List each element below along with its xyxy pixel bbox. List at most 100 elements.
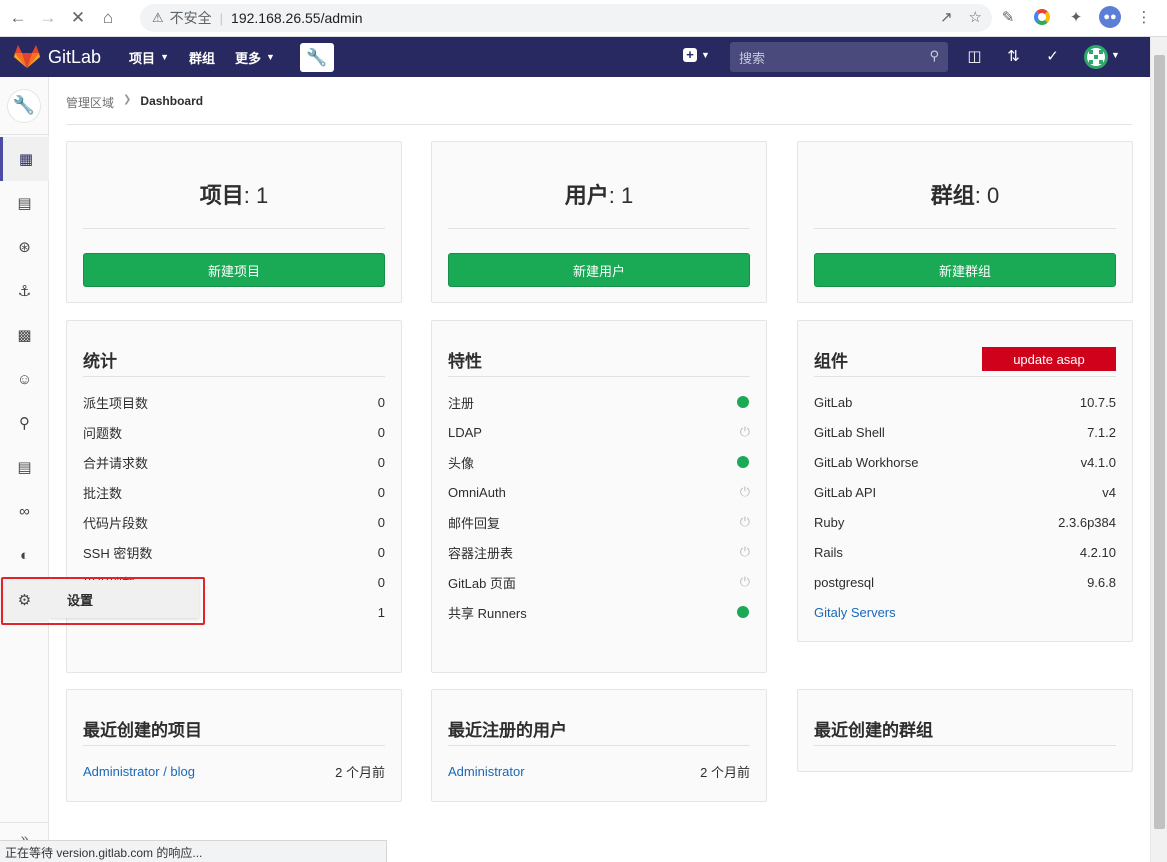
chevron-down-icon: ▼ [266, 52, 275, 62]
applications-icon[interactable]: ▩ [0, 313, 49, 357]
feature-row: 头像 [448, 447, 750, 477]
extension-edit-icon[interactable]: ✎ [997, 6, 1019, 28]
component-row: GitLab 10.7.5 [814, 394, 1116, 410]
chrome-extension-icon[interactable] [1031, 6, 1053, 28]
identicon-icon [1089, 50, 1103, 64]
users-label: 用户 [564, 183, 609, 208]
user-avatar[interactable] [1084, 45, 1108, 69]
component-row: Gitaly Servers [814, 597, 1116, 627]
chevron-right-icon: ❯ [123, 94, 132, 105]
monitoring-icon[interactable]: ▤ [0, 181, 49, 225]
stat-row: SSH 密钥数 0 [83, 544, 385, 561]
component-row: GitLab Workhorse v4.1.0 [814, 454, 1116, 470]
nav-more[interactable]: 更多 ▼ [235, 48, 275, 67]
breadcrumb-current[interactable]: Dashboard [140, 94, 203, 108]
overview-grid-icon[interactable]: ▦ [0, 137, 49, 181]
users-count: : 1 [608, 183, 634, 208]
stat-row: 批注数 0 [83, 484, 385, 501]
wrench-icon: 🔧 [306, 47, 328, 67]
feature-row: 邮件回复 ⏻ [448, 514, 750, 531]
url-text[interactable]: 192.168.26.55/admin [231, 10, 363, 26]
groups-summary-card: 群组: 0 新建群组 [797, 141, 1133, 303]
warning-icon: ⚠ [152, 10, 164, 25]
abuse-reports-icon[interactable]: ☺ [0, 357, 49, 401]
browser-menu-icon[interactable]: ⋮ [1133, 6, 1155, 28]
breadcrumb: 管理区域 ❯ Dashboard [66, 92, 1132, 125]
statistics-title: 统计 [83, 347, 385, 377]
new-user-button[interactable]: 新建用户 [448, 253, 750, 287]
brand-name: GitLab [48, 46, 102, 67]
breadcrumb-admin-area[interactable]: 管理区域 [66, 94, 114, 111]
list-item: Administrator / blog 2 个月前 [83, 763, 385, 780]
nav-groups[interactable]: 群组 [189, 48, 215, 67]
feature-row: LDAP ⏻ [448, 424, 750, 440]
feature-row: OmniAuth ⏻ [448, 484, 750, 500]
new-project-button[interactable]: 新建项目 [83, 253, 385, 287]
stat-row: 合并请求数 0 [83, 454, 385, 471]
chevron-down-icon: ▼ [160, 52, 169, 62]
stop-loading-icon[interactable]: ✕ [66, 6, 90, 30]
features-title: 特性 [448, 347, 750, 377]
page-scrollbar[interactable] [1150, 37, 1167, 862]
groups-label: 群组 [930, 183, 975, 208]
status-enabled-icon [737, 456, 749, 468]
scrollbar-thumb[interactable] [1154, 55, 1165, 829]
red-highlight-box [1, 577, 205, 625]
projects-label: 项目 [199, 183, 244, 208]
gitlab-fox-icon [14, 45, 40, 68]
issues-icon[interactable]: ◫ [966, 47, 983, 65]
deploy-keys-icon[interactable]: ⚲ [0, 401, 49, 445]
gitaly-servers-link[interactable]: Gitaly Servers [814, 605, 896, 620]
components-card: 组件 update asap GitLab 10.7.5 GitLab Shell… [797, 320, 1133, 642]
new-dropdown-button[interactable]: + ▼ [683, 48, 710, 62]
messages-broadcast-icon[interactable]: ⊛ [0, 225, 49, 269]
projects-summary-card: 项目: 1 新建项目 [66, 141, 402, 303]
chevron-down-icon: ▼ [701, 50, 710, 60]
admin-area-button[interactable]: 🔧 [300, 43, 334, 72]
new-group-button[interactable]: 新建群组 [814, 253, 1116, 287]
latest-users-card: 最近注册的用户 Administrator 2 个月前 [431, 689, 767, 802]
back-icon[interactable]: ← [6, 6, 30, 30]
gitlab-logo[interactable]: GitLab [14, 45, 101, 69]
plus-square-icon: + [683, 48, 697, 62]
project-link[interactable]: Administrator / blog [83, 764, 195, 779]
insecure-label: 不安全 [169, 10, 212, 26]
todos-icon[interactable]: ✓ [1044, 47, 1061, 65]
component-row: postgresql 9.6.8 [814, 574, 1116, 590]
latest-groups-title: 最近创建的群组 [814, 716, 1116, 746]
forward-icon[interactable]: → [36, 6, 60, 30]
bookmark-star-icon[interactable]: ☆ [969, 8, 982, 26]
nav-projects[interactable]: 项目 ▼ [129, 48, 169, 67]
component-row: GitLab API v4 [814, 484, 1116, 500]
extensions-puzzle-icon[interactable]: ✦ [1065, 6, 1087, 28]
status-enabled-icon [737, 606, 749, 618]
admin-area-wrench-icon[interactable]: 🔧 [7, 88, 41, 123]
merge-requests-icon[interactable]: ⇅ [1005, 47, 1022, 65]
power-off-icon: ⏻ [739, 424, 750, 439]
latest-projects-card: 最近创建的项目 Administrator / blog 2 个月前 [66, 689, 402, 802]
users-summary-card: 用户: 1 新建用户 [431, 141, 767, 303]
appearance-palette-icon[interactable]: ◐ [0, 533, 49, 577]
user-link[interactable]: Administrator [448, 764, 525, 779]
update-asap-badge[interactable]: update asap [982, 347, 1116, 371]
status-enabled-icon [737, 396, 749, 408]
address-bar[interactable]: ⚠ 不安全 | 192.168.26.55/admin ↗ ☆ [140, 4, 992, 32]
home-icon[interactable]: ⌂ [96, 6, 120, 30]
share-icon[interactable]: ↗ [940, 8, 953, 26]
latest-groups-card: 最近创建的群组 [797, 689, 1133, 772]
search-icon: ⚲ [929, 48, 939, 63]
search-input[interactable]: 搜索 ⚲ [730, 42, 948, 72]
system-hooks-icon[interactable]: ⚓ [0, 269, 49, 313]
latest-users-title: 最近注册的用户 [448, 716, 750, 746]
features-card: 特性 注册 LDAP ⏻ 头像 OmniAuth ⏻ 邮件回复 ⏻ 容器注册表 ⏻ Gi… [431, 320, 767, 673]
labels-icon[interactable]: ∞ [0, 489, 49, 533]
browser-toolbar: ← → ✕ ⌂ ⚠ 不安全 | 192.168.26.55/admin ↗ ☆ … [0, 0, 1167, 37]
service-templates-icon[interactable]: ▤ [0, 445, 49, 489]
gitlab-navbar: GitLab 项目 ▼ 群组 更多 ▼ 🔧 + ▼ 搜索 ⚲ ◫ ⇅ ✓ ▼ [0, 37, 1150, 77]
component-row: GitLab Shell 7.1.2 [814, 424, 1116, 440]
list-item: Administrator 2 个月前 [448, 763, 750, 780]
feature-row: 容器注册表 ⏻ [448, 544, 750, 561]
profile-avatar-icon[interactable]: ●● [1099, 6, 1121, 28]
browser-status-bar: 正在等待 version.gitlab.com 的响应... [0, 840, 387, 862]
chevron-down-icon[interactable]: ▼ [1111, 50, 1120, 60]
